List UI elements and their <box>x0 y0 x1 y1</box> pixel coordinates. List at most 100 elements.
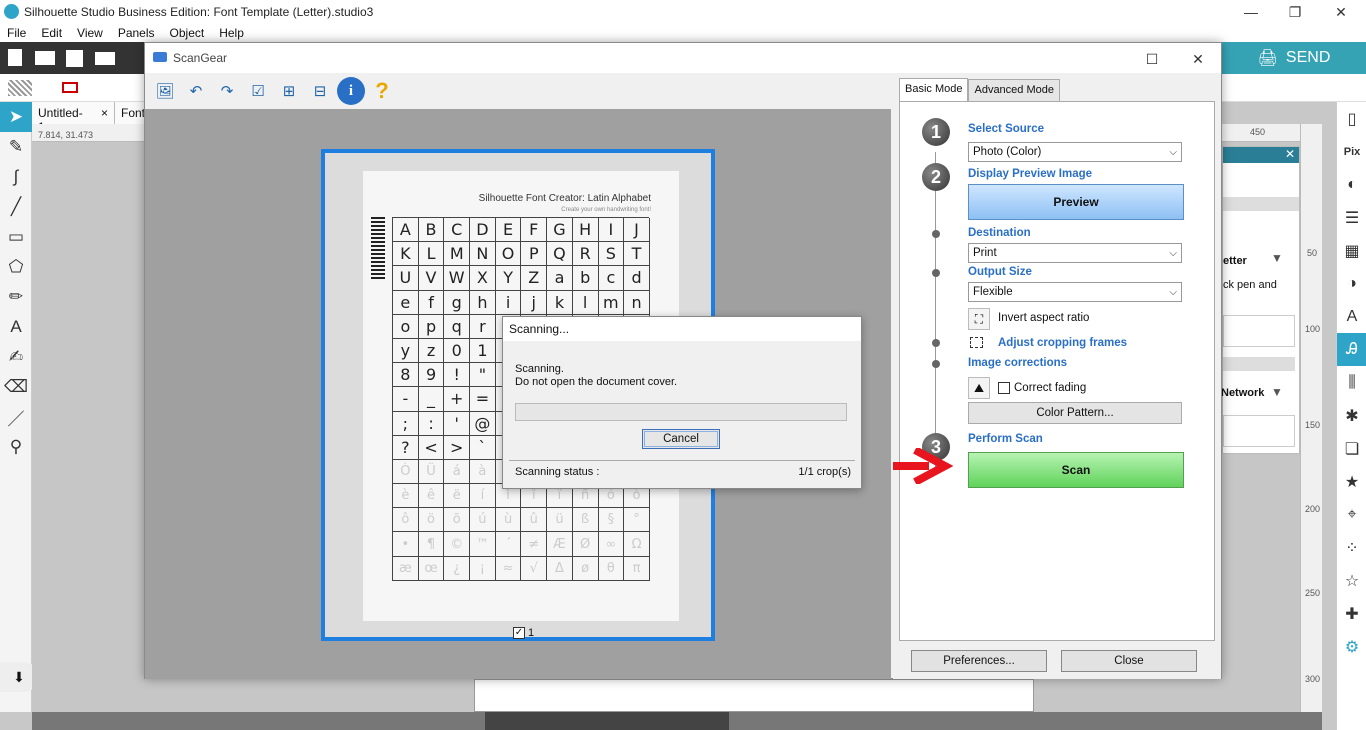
grid-cell: f <box>418 290 445 315</box>
line-color-icon[interactable] <box>62 82 78 93</box>
help-icon[interactable]: ? <box>368 77 396 105</box>
replicate-icon[interactable]: ❏ <box>1337 432 1366 465</box>
side-panel-field[interactable] <box>1223 415 1295 447</box>
sg-close-icon[interactable]: ✕ <box>1175 47 1221 71</box>
rotate-left-icon[interactable]: ↶ <box>182 77 210 105</box>
rotate-right-icon[interactable]: ↷ <box>213 77 241 105</box>
polygon-tool-icon[interactable]: ⬠ <box>0 252 32 282</box>
menu-edit[interactable]: Edit <box>34 26 70 40</box>
fill-pattern-panel-icon[interactable]: ▦ <box>1337 234 1366 267</box>
pencil-tool-icon[interactable]: ✏ <box>0 282 32 312</box>
page-checkbox[interactable]: ✓ 1 <box>513 627 534 639</box>
fill-pattern-icon[interactable] <box>8 80 32 96</box>
destination-select[interactable]: Print ⌵ <box>968 243 1182 263</box>
step-number: 1 <box>922 118 950 146</box>
eyedropper-tool-icon[interactable]: ⚲ <box>0 432 32 462</box>
minimize-icon[interactable]: — <box>1228 0 1274 24</box>
line-style-icon[interactable]: ☰ <box>1337 201 1366 234</box>
text-style-icon[interactable]: A <box>1337 300 1366 333</box>
right-toolbar: ▯ Pix ◐ ☰ ▦ ◑ A Ꭿ ⫼ ✱ ❏ ★ ⌖ ⁘ ☆ ✚ ⚙ <box>1336 102 1366 730</box>
page-setup-icon[interactable]: ▯ <box>1337 102 1366 135</box>
menu-file[interactable]: File <box>0 26 34 40</box>
tab-untitled-1[interactable]: Untitled-1× <box>32 102 115 134</box>
correct-fading-checkbox[interactable] <box>998 382 1010 394</box>
menu-help[interactable]: Help <box>212 26 252 40</box>
invert-aspect-icon[interactable]: ⛶ <box>968 308 990 330</box>
star-icon[interactable]: ★ <box>1337 465 1366 498</box>
menu-object[interactable]: Object <box>163 26 213 40</box>
print-icon[interactable] <box>95 52 115 65</box>
grid-cell: Q <box>547 242 573 267</box>
puzzle-icon[interactable]: ✚ <box>1337 597 1366 630</box>
font-creator-icon[interactable]: Ꭿ <box>1337 333 1366 366</box>
cancel-button[interactable]: Cancel <box>642 429 720 449</box>
preferences-button[interactable]: Preferences... <box>911 650 1047 672</box>
edit-points-icon[interactable]: ✎ <box>0 132 32 162</box>
dots-icon[interactable]: ⁘ <box>1337 531 1366 564</box>
grid-cell: k <box>547 290 573 315</box>
output-size-select[interactable]: Flexible ⌵ <box>968 282 1182 302</box>
select-all-icon[interactable]: ☑ <box>244 77 272 105</box>
output-size-label: Output Size <box>968 266 1032 278</box>
tab-basic-mode[interactable]: Basic Mode <box>899 78 969 101</box>
scanning-status-value: 1/1 crop(s) <box>798 466 851 478</box>
trace-icon[interactable]: ⌖ <box>1337 498 1366 531</box>
grid-cell: π <box>624 556 650 581</box>
info-icon[interactable]: i <box>337 77 365 105</box>
tab-advanced-mode[interactable]: Advanced Mode <box>968 79 1060 101</box>
source-select[interactable]: Photo (Color) ⌵ <box>968 142 1182 162</box>
grid-cell: : <box>418 411 445 436</box>
panel-close-icon[interactable]: ✕ <box>1285 147 1295 161</box>
save-icon[interactable] <box>66 50 83 67</box>
grid-view-icon[interactable]: ⊞ <box>275 77 303 105</box>
multi-crop-icon[interactable]: ⊟ <box>306 77 334 105</box>
chevron-down-icon[interactable]: ▼ <box>1271 385 1283 399</box>
checkbox-checked-icon[interactable]: ✓ <box>513 627 525 639</box>
transform-icon[interactable]: ✱ <box>1337 399 1366 432</box>
scan-progress-bar <box>515 403 847 421</box>
curve-tool-icon[interactable]: ∫ <box>0 162 32 192</box>
sketch-tool-icon[interactable]: ✍ <box>0 342 32 372</box>
eraser-tool-icon[interactable]: ⌫ <box>0 372 32 402</box>
menu-view[interactable]: View <box>70 26 111 40</box>
grid-cell: c <box>598 266 625 291</box>
color-pattern-button[interactable]: Color Pattern... <box>968 402 1182 424</box>
knife-tool-icon[interactable]: ／ <box>0 402 32 432</box>
menu-panels[interactable]: Panels <box>111 26 163 40</box>
new-file-icon[interactable] <box>8 49 22 66</box>
contrast-icon[interactable]: ◑ <box>1337 267 1366 300</box>
tab-close-icon[interactable]: × <box>101 106 108 120</box>
close-button[interactable]: Close <box>1061 650 1197 672</box>
settings-gear-icon[interactable]: ⚙ <box>1337 630 1366 663</box>
grid-cell: ∞ <box>598 532 625 557</box>
crop-frame-icon[interactable] <box>970 337 983 348</box>
grid-cell: - <box>393 387 419 412</box>
grid-cell: í <box>470 484 496 509</box>
grid-cell: ¿ <box>444 556 471 581</box>
palette-icon[interactable]: ◐ <box>1337 168 1366 201</box>
grid-cell: Y <box>495 266 522 291</box>
sg-maximize-icon[interactable]: ☐ <box>1129 47 1175 71</box>
thumbnail-icon[interactable]: 🖼 <box>151 77 179 105</box>
grid-cell: y <box>393 338 419 364</box>
text-tool-icon[interactable]: A <box>0 312 32 342</box>
close-icon[interactable]: ✕ <box>1318 0 1364 24</box>
grid-cell: ; <box>393 411 419 436</box>
chevron-down-icon[interactable]: ▼ <box>1271 251 1283 265</box>
line-tool-icon[interactable]: ╱ <box>0 192 32 222</box>
scanning-dialog: Scanning... Scanning. Do not open the do… <box>502 316 862 489</box>
align-icon[interactable]: ⫼ <box>1337 366 1366 399</box>
preview-button[interactable]: Preview <box>968 184 1184 220</box>
side-panel-field[interactable] <box>1223 315 1295 347</box>
select-tool-icon[interactable]: ➤ <box>0 102 32 132</box>
scan-button[interactable]: Scan <box>968 452 1184 488</box>
invert-aspect-label: Invert aspect ratio <box>998 312 1090 324</box>
scroll-thumb[interactable] <box>485 712 729 730</box>
send-button[interactable]: 🖨 SEND <box>1222 42 1366 74</box>
adjust-cropping-label[interactable]: Adjust cropping frames <box>998 337 1127 349</box>
favorite-icon[interactable]: ☆ <box>1337 564 1366 597</box>
rectangle-tool-icon[interactable]: ▭ <box>0 222 32 252</box>
pixscan-icon[interactable]: Pix <box>1337 135 1366 168</box>
restore-icon[interactable]: ❐ <box>1272 0 1318 24</box>
open-folder-icon[interactable] <box>35 51 55 65</box>
